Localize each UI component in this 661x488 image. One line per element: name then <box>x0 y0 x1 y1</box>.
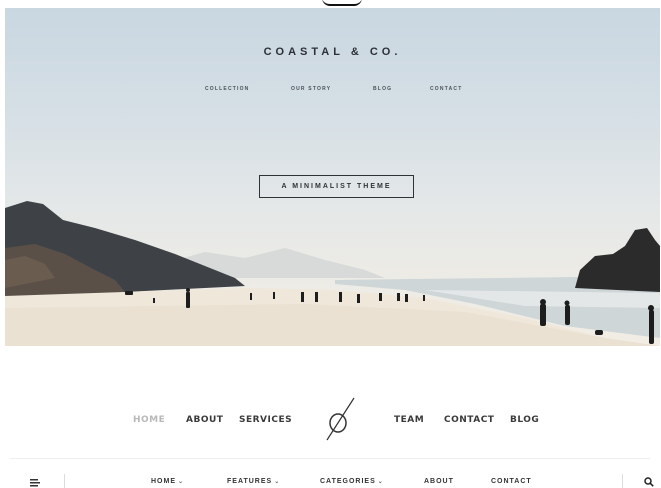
nav-divider <box>10 458 650 459</box>
right-separator <box>622 474 623 488</box>
cropped-glyph <box>322 0 362 6</box>
tagline-button[interactable]: A MINIMALIST THEME <box>259 175 414 198</box>
nav3-features-label: FEATURES <box>227 478 273 485</box>
nav2-home[interactable]: HOME <box>133 415 165 425</box>
nav3-features[interactable]: FEATURES ⌄ <box>227 478 280 485</box>
nav2-services[interactable]: SERVICES <box>239 415 292 425</box>
main-nav: HOME ⌄ FEATURES ⌄ CATEGORIES ⌄ ABOUT CONTAC… <box>0 470 661 488</box>
nav2-contact[interactable]: CONTACT <box>444 415 494 425</box>
hero-banner: COASTAL & CO. COLLECTION OUR STORY BLOG … <box>5 8 660 346</box>
nav3-categories-label: CATEGORIES <box>320 478 376 485</box>
hero-nav-our-story[interactable]: OUR STORY <box>291 86 331 92</box>
logo-icon[interactable] <box>322 395 358 443</box>
hero-nav-blog[interactable]: BLOG <box>373 86 392 92</box>
left-separator <box>64 474 65 488</box>
nav3-about[interactable]: ABOUT <box>424 478 454 485</box>
nav2-about[interactable]: ABOUT <box>186 415 223 425</box>
logo-nav: HOME ABOUT SERVICES TEAM CONTACT BLOG <box>0 395 661 445</box>
nav3-categories[interactable]: CATEGORIES ⌄ <box>320 478 384 485</box>
chevron-down-icon: ⌄ <box>377 479 384 485</box>
search-icon[interactable] <box>644 477 654 487</box>
nav3-home[interactable]: HOME ⌄ <box>151 478 184 485</box>
chevron-down-icon: ⌄ <box>178 479 185 485</box>
hero-nav-collection[interactable]: COLLECTION <box>205 86 250 92</box>
nav2-blog[interactable]: BLOG <box>510 415 539 425</box>
site-brand[interactable]: COASTAL & CO. <box>5 46 660 58</box>
chevron-down-icon: ⌄ <box>274 479 281 485</box>
nav2-team[interactable]: TEAM <box>394 415 424 425</box>
hero-nav-contact[interactable]: CONTACT <box>430 86 462 92</box>
menu-icon[interactable] <box>30 479 40 487</box>
hero-nav: COLLECTION OUR STORY BLOG CONTACT <box>5 86 660 96</box>
nav3-home-label: HOME <box>151 478 176 485</box>
nav3-contact[interactable]: CONTACT <box>491 478 532 485</box>
tagline-label: A MINIMALIST THEME <box>281 183 392 190</box>
